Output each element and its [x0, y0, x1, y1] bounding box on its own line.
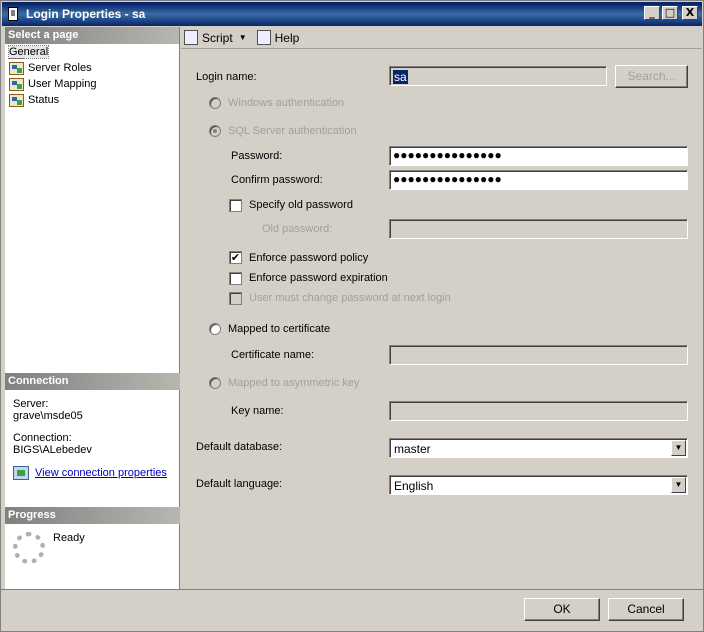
- page-status-label: Status: [28, 94, 60, 106]
- login-name-label: Login name:: [196, 71, 257, 83]
- page-server-roles[interactable]: Server Roles: [5, 60, 179, 76]
- page-icon: [9, 93, 24, 107]
- progress-status: Ready: [53, 532, 85, 544]
- minimize-button[interactable]: _: [644, 6, 660, 20]
- chevron-down-icon[interactable]: ▼: [671, 477, 686, 493]
- old-password-field[interactable]: [389, 219, 688, 239]
- script-label: Script: [202, 30, 233, 45]
- enforce-policy-label: Enforce password policy: [249, 252, 369, 264]
- specify-old-password-checkbox[interactable]: [229, 199, 242, 212]
- old-password-label: Old password:: [262, 223, 333, 235]
- app-icon: [8, 7, 18, 21]
- select-page-header: Select a page: [5, 27, 179, 44]
- window-title: Login Properties - sa: [26, 7, 146, 21]
- connection-value: BIGS\ALebedev: [13, 444, 92, 456]
- enforce-policy-checkbox[interactable]: ✔: [229, 251, 242, 264]
- page-server-roles-label: Server Roles: [28, 62, 92, 74]
- default-database-select[interactable]: master ▼: [389, 438, 688, 458]
- confirm-password-value: ●●●●●●●●●●●●●●●: [393, 172, 502, 186]
- close-button[interactable]: X: [682, 6, 698, 20]
- server-value: grave\msde05: [13, 410, 83, 422]
- connection-label: Connection:: [13, 432, 72, 444]
- password-label: Password:: [231, 150, 283, 162]
- chevron-down-icon[interactable]: ▼: [239, 33, 247, 42]
- sql-auth-radio[interactable]: [209, 125, 221, 137]
- connection-header: Connection: [5, 373, 180, 390]
- progress-section: Progress Ready: [5, 507, 180, 572]
- password-value: ●●●●●●●●●●●●●●●: [393, 148, 502, 162]
- ok-button[interactable]: OK: [524, 598, 600, 621]
- login-properties-window: Login Properties - sa _ □ X Select a pag…: [0, 0, 704, 632]
- enforce-expiration-checkbox[interactable]: [229, 272, 242, 285]
- page-general[interactable]: General: [5, 44, 179, 60]
- help-button[interactable]: Help: [256, 30, 300, 45]
- script-button[interactable]: Script ▼: [184, 30, 247, 45]
- cancel-button[interactable]: Cancel: [608, 598, 684, 621]
- default-language-value: English: [394, 479, 434, 493]
- page-status[interactable]: Status: [5, 92, 179, 108]
- login-name-value: sa: [393, 70, 408, 84]
- maximize-button[interactable]: □: [662, 6, 678, 20]
- progress-header: Progress: [5, 507, 180, 524]
- confirm-password-field[interactable]: ●●●●●●●●●●●●●●●: [389, 170, 688, 190]
- must-change-label: User must change password at next login: [249, 292, 451, 304]
- page-user-mapping[interactable]: User Mapping: [5, 76, 179, 92]
- left-pane: Select a page General Server Roles User …: [5, 27, 180, 589]
- help-icon: [256, 30, 271, 45]
- login-name-field[interactable]: sa: [389, 66, 607, 86]
- key-name-field[interactable]: [389, 401, 688, 421]
- progress-spinner-icon: [13, 532, 45, 564]
- page-icon: [9, 77, 24, 91]
- mapped-asym-radio[interactable]: [209, 377, 221, 389]
- certificate-name-label: Certificate name:: [231, 349, 315, 361]
- title-bar[interactable]: Login Properties - sa _ □ X: [2, 2, 702, 26]
- button-bar: OK Cancel: [1, 589, 703, 632]
- page-user-mapping-label: User Mapping: [28, 78, 97, 90]
- enforce-expiration-label: Enforce password expiration: [249, 272, 388, 284]
- mapped-cert-radio[interactable]: [209, 323, 221, 335]
- search-button[interactable]: Search...: [615, 65, 688, 88]
- page-icon: [9, 61, 24, 75]
- key-name-label: Key name:: [231, 405, 284, 417]
- page-general-label: General: [7, 45, 50, 59]
- connection-section: Connection Server: grave\msde05 Connecti…: [5, 373, 180, 480]
- help-label: Help: [274, 30, 300, 45]
- toolbar: Script ▼ Help: [181, 27, 702, 49]
- sql-auth-label: SQL Server authentication: [228, 125, 357, 137]
- must-change-checkbox[interactable]: [229, 292, 242, 305]
- default-database-label: Default database:: [196, 441, 283, 453]
- windows-auth-radio[interactable]: [209, 97, 221, 109]
- chevron-down-icon[interactable]: ▼: [671, 440, 686, 456]
- mapped-cert-label: Mapped to certificate: [228, 323, 331, 335]
- certificate-name-field[interactable]: [389, 345, 688, 365]
- specify-old-password-label: Specify old password: [249, 199, 353, 211]
- default-database-value: master: [394, 442, 431, 456]
- windows-auth-label: Windows authentication: [228, 97, 345, 109]
- default-language-select[interactable]: English ▼: [389, 475, 688, 495]
- confirm-password-label: Confirm password:: [231, 174, 323, 186]
- script-icon: [184, 30, 198, 45]
- password-field[interactable]: ●●●●●●●●●●●●●●●: [389, 146, 688, 166]
- connection-properties-icon: [13, 466, 29, 480]
- default-language-label: Default language:: [196, 478, 283, 490]
- mapped-asym-label: Mapped to asymmetric key: [228, 377, 360, 389]
- server-label: Server:: [13, 398, 49, 410]
- general-page: Script ▼ Help Login name: sa Search... W…: [181, 27, 702, 589]
- view-connection-properties-link[interactable]: View connection properties: [35, 467, 167, 479]
